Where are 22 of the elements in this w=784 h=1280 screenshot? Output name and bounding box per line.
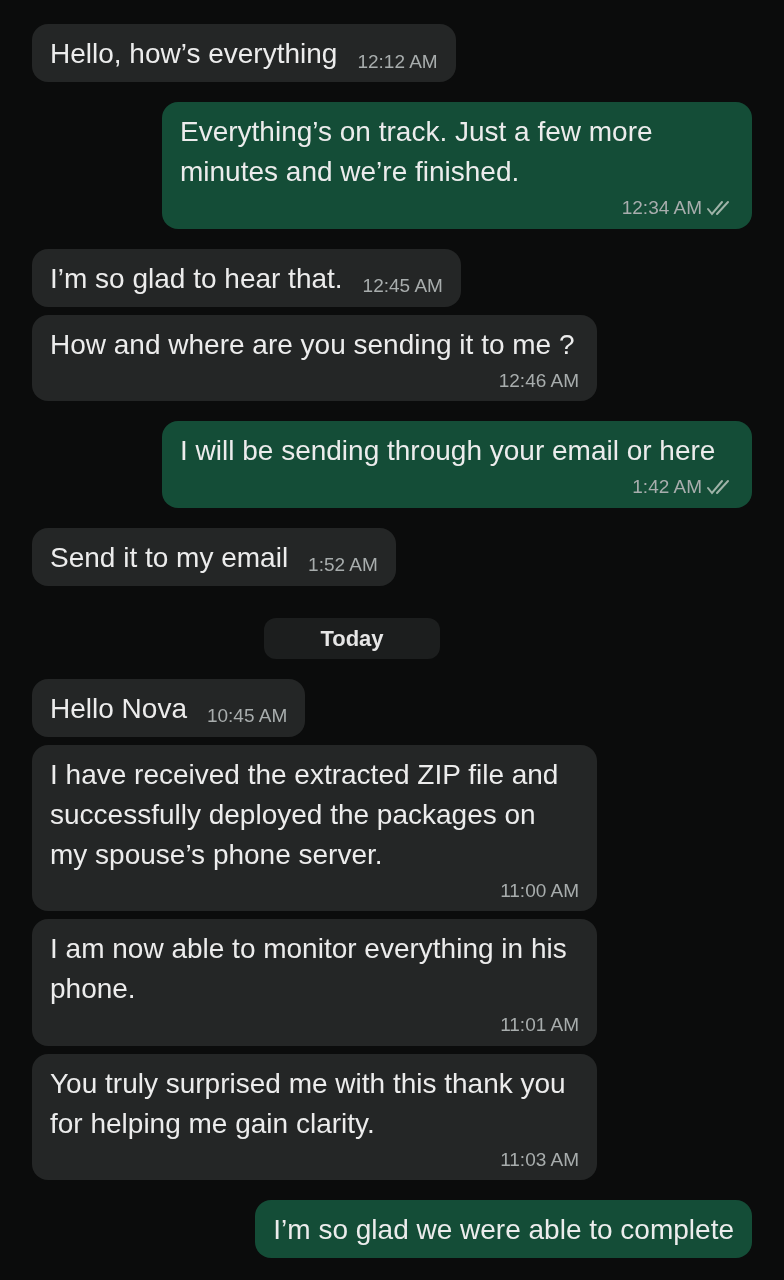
message-time: 12:12 AM [357, 49, 438, 74]
message-time: 1:52 AM [308, 553, 378, 577]
message-time: 1:42 AM [632, 475, 702, 499]
message-text: I’m so glad we were able to complete [273, 1213, 734, 1247]
message-time: 11:03 AM [500, 1147, 579, 1172]
date-chip: Today [264, 617, 440, 659]
message-text: I am now able to monitor everything in his phone. [50, 932, 568, 1006]
message-time: 12:46 AM [498, 368, 579, 393]
message-time: 12:34 AM [621, 196, 702, 220]
message-text: I will be sending through your email or here [180, 434, 716, 468]
message-text: I’m so glad to hear that. [50, 261, 343, 296]
message-time: 12:45 AM [362, 274, 443, 298]
message-text: Hello, how’s everything [50, 37, 338, 71]
message-text: Hello Nova [50, 691, 187, 726]
message-text: Send it to my email [50, 540, 289, 575]
message-text: Everything’s on track. Just a few more minutes and we’re finished. [180, 115, 654, 189]
message-text: I have received the extracted ZIP file and successfully deployed the packages on my spouse’s phone server. [50, 757, 560, 872]
message-text: You truly surprised me with this thank you for helping me gain clarity. [50, 1066, 567, 1141]
message-time: 11:00 AM [500, 878, 579, 903]
message-time: 11:01 AM [500, 1013, 579, 1037]
message-text: How and where are you sending it to me ? [50, 327, 575, 362]
message-time: 10:45 AM [206, 704, 288, 728]
